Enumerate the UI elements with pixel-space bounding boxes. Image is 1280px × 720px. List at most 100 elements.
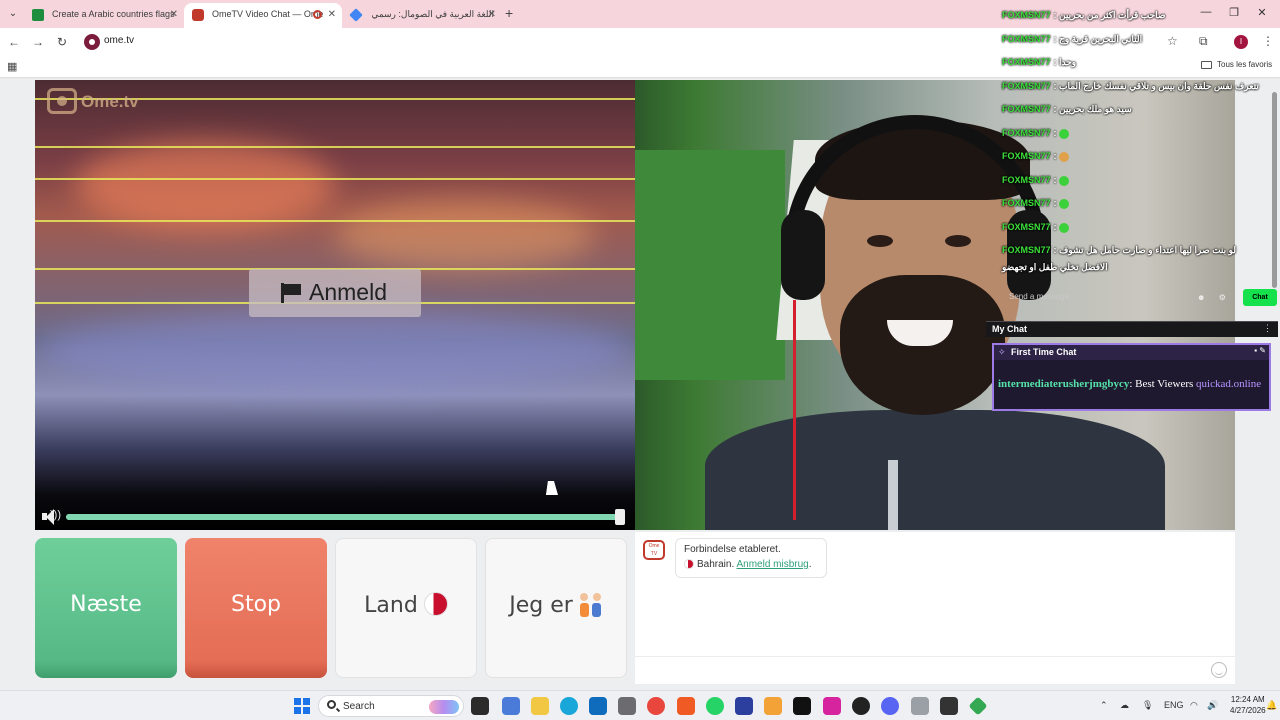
chat-username: FOXMSN77 [1002, 34, 1051, 44]
apps-grid-icon[interactable]: ▦ [7, 60, 17, 73]
chat-text: سيد هو ملك بحريين [1059, 104, 1132, 114]
report-abuse-link[interactable]: Anmeld misbrug [736, 559, 808, 570]
close-icon[interactable]: ✕ [488, 3, 496, 26]
address-bar[interactable]: ome.tv [82, 31, 422, 53]
taskbar-search[interactable]: Search [318, 695, 464, 717]
wifi-icon[interactable]: ◠ [1190, 700, 1198, 711]
country-button[interactable]: Land [335, 538, 477, 678]
gender-label: Jeg er [509, 593, 573, 618]
chat-text: صاحب قرأت اكثر من بحريين [1059, 10, 1166, 20]
chat-message: FOXMSN77: سيد هو ملك بحريين [1002, 104, 1132, 114]
period: . [808, 559, 812, 570]
report-button[interactable]: Anmeld [249, 269, 421, 317]
first-time-chat-title: First Time Chat [1011, 347, 1077, 357]
ometv-logo: Ome TV [643, 540, 665, 560]
language-indicator[interactable]: ENG [1164, 700, 1184, 710]
clock-date: 4/27/2026 [1230, 706, 1266, 715]
volume-slider[interactable] [66, 514, 622, 520]
edit-icon[interactable]: ▪ ✎ [1254, 346, 1266, 355]
emoji-icon[interactable] [1211, 662, 1227, 678]
gitlab-icon[interactable] [764, 697, 782, 715]
emote-picker-icon[interactable]: ☻ ⚙ [1197, 293, 1226, 302]
tiktok-icon[interactable] [793, 697, 811, 715]
emote-icon [1059, 175, 1070, 186]
task-view-icon[interactable] [471, 697, 489, 715]
flag-icon [281, 283, 301, 303]
new-tab-button[interactable]: + [505, 5, 513, 21]
emote-icon [1059, 198, 1070, 209]
outlook-icon[interactable] [589, 697, 607, 715]
tab-ometv[interactable]: OmeTV Video Chat — Ome ✕ [184, 3, 342, 28]
site-info-icon[interactable] [84, 34, 100, 50]
discord-icon[interactable] [881, 697, 899, 715]
headset-earcup [781, 210, 825, 300]
back-icon[interactable]: ← [5, 33, 23, 51]
capcut-editor-icon[interactable] [940, 697, 958, 715]
ometv-icon [192, 9, 204, 21]
sheets-icon [32, 9, 44, 21]
tab-search-button[interactable]: ⌄ [4, 5, 22, 23]
tray-chevron-icon[interactable]: ⌃ [1100, 700, 1108, 711]
gemini-icon [349, 8, 363, 22]
windows-start-icon[interactable] [294, 698, 310, 714]
capcut-icon[interactable] [735, 697, 753, 715]
chat-message: FOXMSN77: [1002, 175, 1070, 186]
tab-arabic-somalia[interactable]: اللغة العربية في الصومال: رسمي ✕ [342, 3, 502, 28]
country-label: Land [364, 593, 418, 618]
app-icon[interactable] [911, 697, 929, 715]
chat-username: FOXMSN77 [1002, 10, 1051, 20]
file-explorer-icon[interactable] [531, 697, 549, 715]
partner-country-line: Bahrain. Anmeld misbrug. [684, 559, 812, 570]
news-icon[interactable] [502, 697, 520, 715]
next-button[interactable]: Næste [35, 538, 177, 678]
ometv-watermark: Ome.tv [81, 92, 139, 111]
video-glow [75, 140, 335, 230]
system-message: Forbindelse etableret. Bahrain. Anmeld m… [675, 538, 827, 578]
chat-username: FOXMSN77 [1002, 81, 1051, 91]
connection-status: Forbindelse etableret. [684, 544, 781, 555]
chat-message: FOXMSN77: [1002, 128, 1070, 139]
gender-button[interactable]: Jeg er [485, 538, 627, 678]
whatsapp-icon[interactable] [706, 697, 724, 715]
url-text: ome.tv [104, 35, 135, 46]
instagram-icon[interactable] [823, 697, 841, 715]
google-drive-icon[interactable] [968, 696, 988, 716]
chrome-icon[interactable] [647, 697, 665, 715]
speaker-icon[interactable]: 🔊 [1207, 700, 1218, 711]
background-flag [635, 150, 785, 380]
reload-icon[interactable]: ↻ [53, 33, 71, 51]
first-chat-line: intermediaterusherjmgbycy: Best Viewers … [998, 378, 1261, 390]
send-message-input[interactable]: Send a message [1009, 292, 1069, 301]
chat-send-button[interactable]: Chat [1243, 289, 1277, 306]
close-icon[interactable]: ✕ [328, 3, 336, 26]
tab-arabic-flags[interactable]: Create a Arabic countries flags ✕ [24, 3, 184, 28]
notifications-icon[interactable]: 🔔 [1266, 700, 1277, 711]
microphone-icon[interactable]: 🎙 [1142, 700, 1153, 711]
chat-text: تتعرف نفس حلقة وان بيس و تلاقي نفسك خارج… [1059, 81, 1259, 91]
first-chat-link[interactable]: quickad.online [1196, 378, 1261, 390]
first-time-chat-message: intermediaterusherjmgbycy: Best Viewers … [992, 360, 1271, 411]
store-icon[interactable] [618, 697, 636, 715]
search-icon [327, 700, 336, 709]
stop-button[interactable]: Stop [185, 538, 327, 678]
chat-message: FOXMSN77: [1002, 198, 1070, 209]
chat-message: FOXMSN77: تتعرف نفس حلقة وان بيس و تلاقي… [1002, 81, 1259, 91]
chat-username: FOXMSN77 [1002, 104, 1051, 114]
volume-knob[interactable] [615, 509, 625, 525]
taskbar-clock[interactable]: 12:24 AM 4/27/2026 [1230, 694, 1266, 716]
search-highlight-art [429, 700, 459, 714]
message-input[interactable] [635, 656, 1235, 684]
clock-time: 12:24 AM [1230, 695, 1265, 704]
obs-icon[interactable] [852, 697, 870, 715]
kebab-menu-icon[interactable]: ⋮ [1263, 323, 1272, 334]
taskbar: Search ⌃ ☁ 🎙 ENG ◠ 🔊 12:24 AM 4/27/2026 … [0, 690, 1280, 720]
brave-icon[interactable] [677, 697, 695, 715]
cloud-icon[interactable]: ☁ [1120, 700, 1129, 711]
close-icon[interactable]: ✕ [170, 3, 178, 26]
forward-icon[interactable]: → [29, 33, 47, 51]
my-chat-title: My Chat [992, 324, 1028, 334]
video-glow [335, 200, 595, 270]
video-glow [35, 310, 635, 390]
chat-message: FOXMSN77: وحدا [1002, 57, 1077, 67]
edge-icon[interactable] [560, 697, 578, 715]
